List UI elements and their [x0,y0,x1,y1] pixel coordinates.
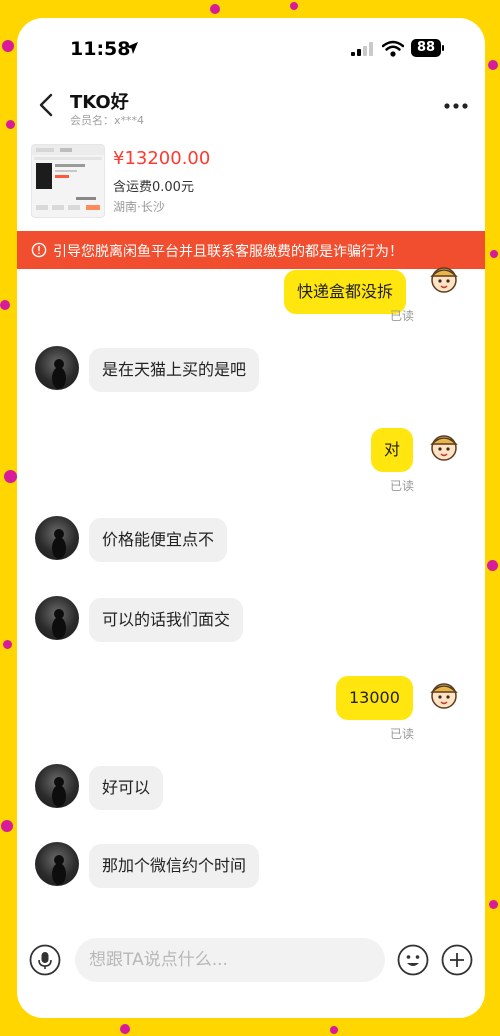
member-name: 会员名：x***4 [70,114,145,127]
more-icon[interactable] [443,102,469,110]
message-bubble-sent[interactable]: 对 [371,428,414,472]
message-bubble-received[interactable]: 价格能便宜点不 [89,518,228,562]
contact-avatar-image [52,855,66,885]
message-input[interactable] [75,938,385,982]
contact-avatar[interactable] [35,516,79,560]
contact-avatar-image [52,609,66,639]
status-bar: 11:58 88 [17,18,485,76]
contact-avatar[interactable] [35,764,79,808]
wifi-icon [382,40,404,57]
contact-avatar[interactable] [35,842,79,886]
status-time: 11:58 [70,38,131,60]
message-bubble-received[interactable]: 可以的话我们面交 [89,598,244,642]
battery-icon: 88 [411,39,441,57]
my-avatar-icon[interactable] [429,680,459,710]
chat-title: TKO好 [70,92,129,113]
message-bubble-received[interactable]: 是在天猫上买的是吧 [89,348,260,392]
product-price: ¥13200.00 [113,148,211,169]
product-thumbnail[interactable] [31,144,105,218]
back-icon[interactable] [37,92,55,118]
my-avatar-icon[interactable] [429,264,459,294]
contact-avatar-image [52,777,66,807]
message-bubble-sent[interactable]: 13000 [336,676,413,720]
contact-avatar[interactable] [35,346,79,390]
warning-text: 引导您脱离闲鱼平台并且联系客服缴费的都是诈骗行为！ [53,244,403,260]
scam-warning-banner: 引导您脱离闲鱼平台并且联系客服缴费的都是诈骗行为！ [17,231,485,269]
read-status: 已读 [390,727,415,741]
warning-icon [31,242,47,258]
signal-icon [351,42,373,56]
plus-icon[interactable] [441,944,473,976]
contact-avatar-image [52,529,66,559]
product-shipping: 含运费0.00元 [113,180,194,195]
my-avatar-icon[interactable] [429,432,459,462]
message-bubble-received[interactable]: 好可以 [89,766,164,810]
read-status: 已读 [390,479,415,493]
product-screenshot-image [32,145,104,210]
read-status: 已读 [390,309,415,323]
battery-tip [442,45,444,51]
message-bubble-sent[interactable]: 快递盒都没拆 [284,270,407,314]
contact-avatar[interactable] [35,596,79,640]
mic-icon[interactable] [29,944,61,976]
location-arrow-icon [126,42,138,54]
product-location: 湖南·长沙 [113,200,165,214]
contact-avatar-image [52,359,66,389]
message-bubble-received[interactable]: 那加个微信约个时间 [89,844,260,888]
phone-screen: 11:58 88 TKO好 会员名：x***4 ¥13200.00 含运费0.0… [17,18,485,1018]
emoji-icon[interactable] [397,944,429,976]
